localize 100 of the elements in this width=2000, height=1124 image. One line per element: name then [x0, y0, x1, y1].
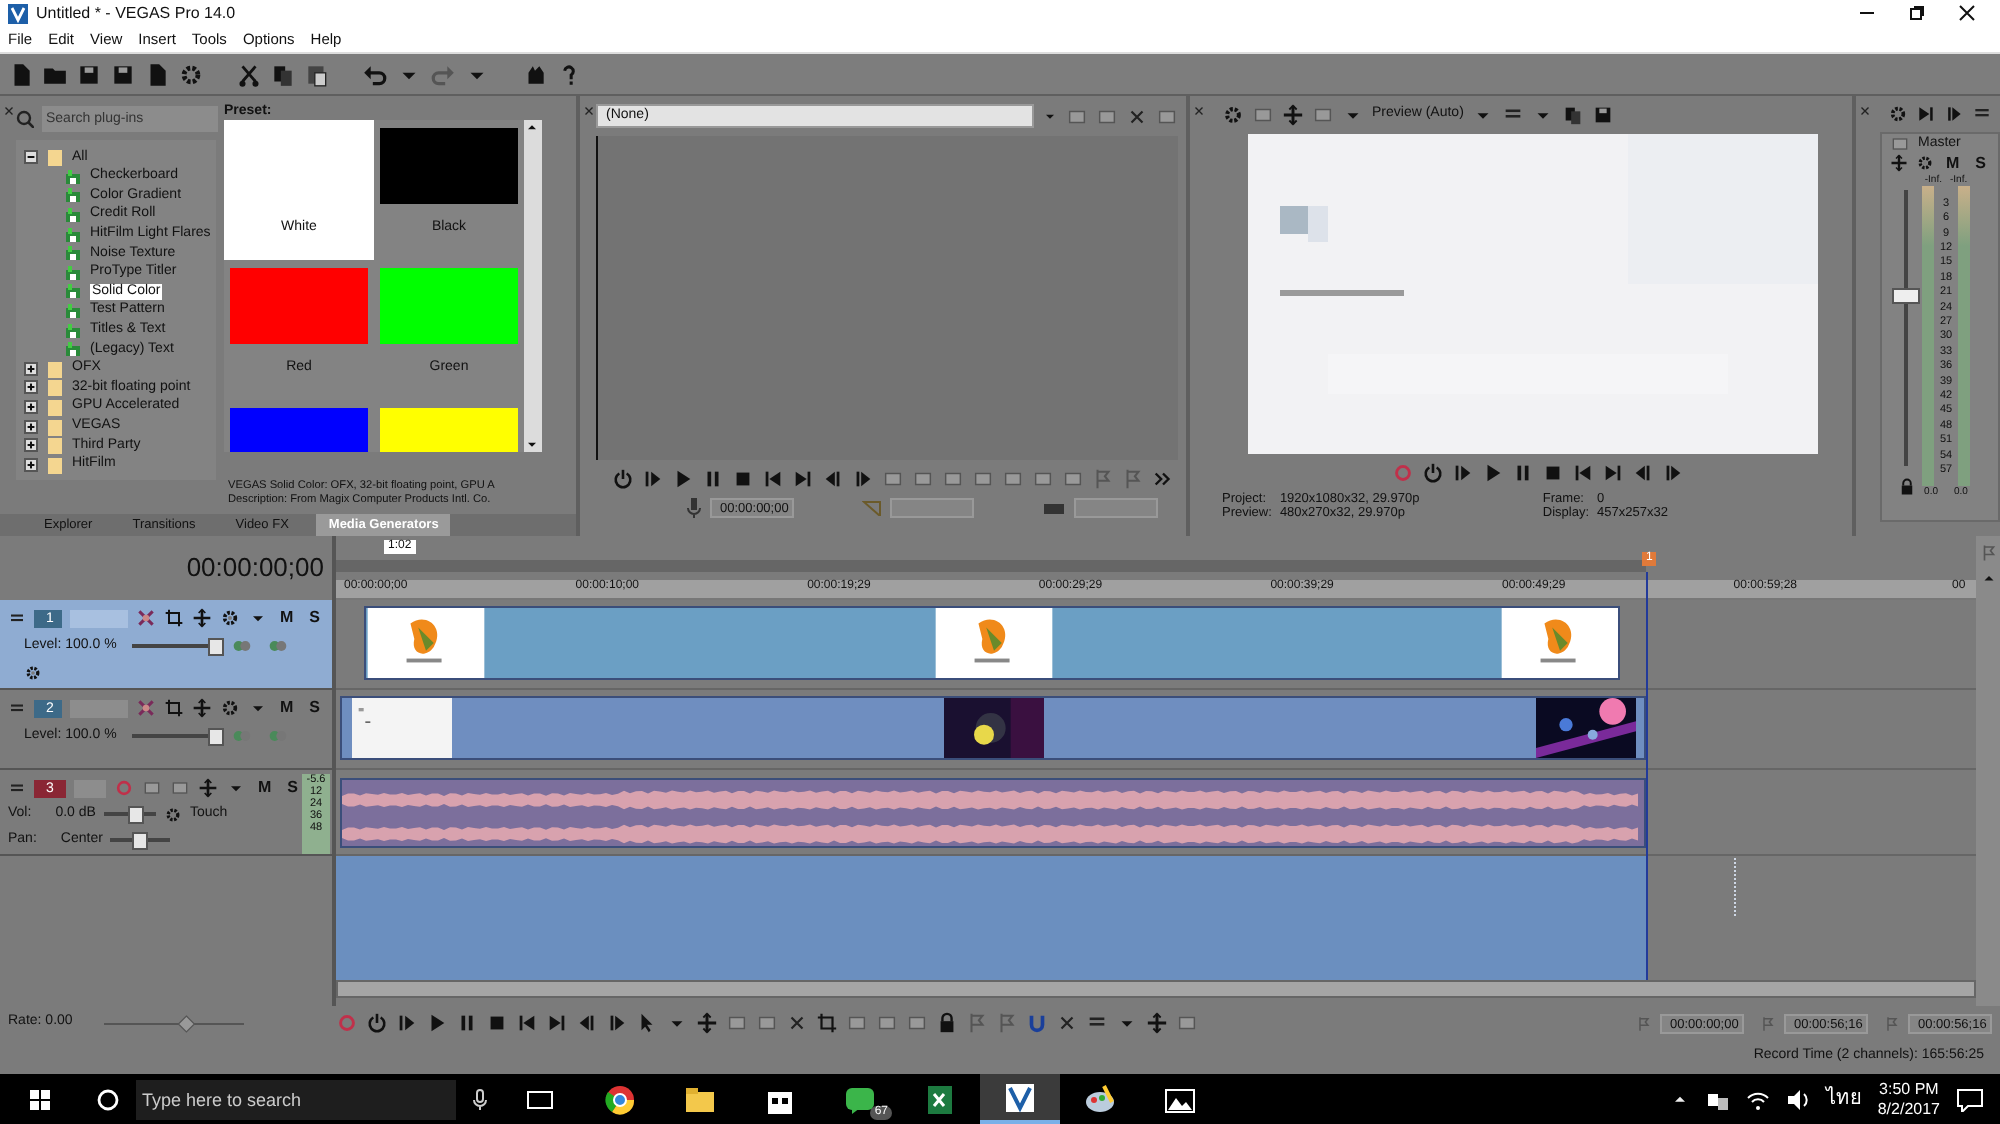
play-icon[interactable] [672, 468, 694, 490]
cut-icon[interactable] [236, 61, 262, 87]
pause-icon[interactable] [456, 1012, 478, 1034]
taskbar-search-field[interactable]: Type here to search [136, 1079, 456, 1119]
next-icon[interactable] [792, 468, 814, 490]
collapse-icon[interactable] [24, 150, 38, 165]
play-icon[interactable] [1482, 462, 1504, 484]
previous-icon[interactable] [516, 1012, 538, 1034]
save-snapshot-icon[interactable] [1591, 104, 1614, 126]
undo-icon[interactable] [362, 61, 388, 87]
settings-icon[interactable] [219, 608, 240, 628]
lock-icon[interactable] [1897, 477, 1915, 496]
expand-icon[interactable] [24, 400, 38, 415]
next-frame-icon[interactable] [852, 468, 874, 490]
notifications-icon[interactable] [1956, 1087, 1984, 1111]
play-icon[interactable] [426, 1012, 448, 1034]
solo-button[interactable]: S [283, 778, 303, 798]
parent-icon[interactable] [24, 664, 42, 682]
insert-fx-icon[interactable] [1944, 104, 1964, 124]
expand-icon[interactable] [24, 457, 38, 472]
expand-icon[interactable] [24, 380, 38, 395]
spreadsheet-icon[interactable] [924, 1083, 956, 1115]
slider-thumb[interactable] [208, 637, 225, 655]
track-name-field[interactable] [70, 609, 128, 627]
previous-frame-icon[interactable] [822, 468, 844, 490]
slider-thumb[interactable] [132, 832, 149, 850]
tool-icon[interactable] [1032, 468, 1054, 490]
settings-icon[interactable] [1888, 104, 1908, 124]
expand-icon[interactable] [24, 361, 38, 376]
pan-icon[interactable] [191, 608, 212, 628]
pan-slider[interactable] [110, 832, 171, 850]
pause-icon[interactable] [702, 468, 724, 490]
next-icon[interactable] [546, 1012, 568, 1034]
folder-icon[interactable] [684, 1083, 716, 1115]
mute-button[interactable]: M [1942, 154, 1964, 174]
previous-icon[interactable] [1572, 462, 1594, 484]
copy-snapshot-icon[interactable] [1561, 104, 1584, 126]
scrollbar[interactable] [524, 120, 542, 453]
envelope-tool-icon[interactable] [696, 1012, 718, 1034]
loop-icon[interactable] [1422, 462, 1444, 484]
delete-icon[interactable] [786, 1012, 808, 1034]
previous-icon[interactable] [762, 468, 784, 490]
insert-bus-icon[interactable] [1916, 104, 1936, 124]
close-icon[interactable] [1191, 104, 1205, 118]
stop-icon[interactable] [486, 1012, 508, 1034]
browser-icon[interactable] [604, 1083, 636, 1115]
master-icon[interactable] [1890, 134, 1910, 154]
auto-crossfade-icon[interactable] [1056, 1012, 1078, 1034]
language-indicator[interactable]: ไทย [1825, 1087, 1862, 1111]
video-clip[interactable] [364, 606, 1620, 680]
solo-button[interactable]: S [305, 698, 324, 718]
close-icon[interactable] [581, 104, 595, 118]
paste-icon[interactable] [304, 61, 330, 87]
tool-icon[interactable] [882, 468, 904, 490]
mute-button[interactable]: M [275, 698, 298, 718]
pause-icon[interactable] [1512, 462, 1534, 484]
horizontal-scrollbar[interactable] [336, 980, 1976, 998]
tool-icon[interactable] [1002, 468, 1024, 490]
slider-thumb[interactable] [128, 806, 145, 824]
wifi-icon[interactable] [1745, 1087, 1770, 1111]
rate-slider[interactable] [104, 1013, 245, 1033]
stop-icon[interactable] [732, 468, 754, 490]
solo-button[interactable]: S [1971, 154, 1991, 174]
length-field[interactable] [890, 498, 974, 518]
previous-frame-icon[interactable] [576, 1012, 598, 1034]
loop-icon[interactable] [366, 1012, 388, 1034]
tool-icon[interactable] [912, 468, 934, 490]
copy-icon[interactable] [270, 61, 296, 87]
clock-time[interactable]: 3:50 PM [1877, 1079, 1940, 1099]
previous-frame-icon[interactable] [1632, 462, 1654, 484]
play-from-start-icon[interactable] [642, 468, 664, 490]
edit-tool-icon[interactable] [636, 1012, 658, 1034]
settings-icon[interactable] [219, 698, 240, 718]
pan-icon[interactable] [191, 698, 212, 718]
close-icon[interactable] [1857, 104, 1871, 118]
save-as-icon[interactable] [110, 61, 136, 87]
save-icon[interactable] [76, 61, 102, 87]
more-icon[interactable] [1152, 468, 1174, 490]
slider-thumb[interactable] [208, 727, 225, 745]
fader-handle[interactable] [1892, 287, 1920, 304]
pan-icon[interactable] [198, 778, 218, 798]
tool-icon[interactable] [942, 468, 964, 490]
vertical-scrollbar[interactable] [1976, 536, 2000, 1006]
next-frame-icon[interactable] [1662, 462, 1684, 484]
paint-icon[interactable] [1084, 1083, 1116, 1115]
end-field[interactable] [1074, 498, 1158, 518]
start-button[interactable] [28, 1087, 52, 1111]
editor-icon[interactable] [1004, 1081, 1036, 1113]
chat-icon[interactable] [844, 1083, 876, 1115]
mute-button[interactable]: M [275, 608, 298, 628]
clear-icon[interactable] [1126, 105, 1148, 127]
solo-button[interactable]: S [305, 608, 324, 628]
trim-icon[interactable] [816, 1012, 838, 1034]
tool-icon[interactable] [1062, 468, 1084, 490]
lock-envelopes-icon[interactable] [1146, 1012, 1168, 1034]
next-frame-icon[interactable] [606, 1012, 628, 1034]
collapse-icon[interactable] [8, 609, 26, 627]
stop-icon[interactable] [1542, 462, 1564, 484]
pan-icon[interactable] [1890, 154, 1908, 173]
play-from-start-icon[interactable] [396, 1012, 418, 1034]
